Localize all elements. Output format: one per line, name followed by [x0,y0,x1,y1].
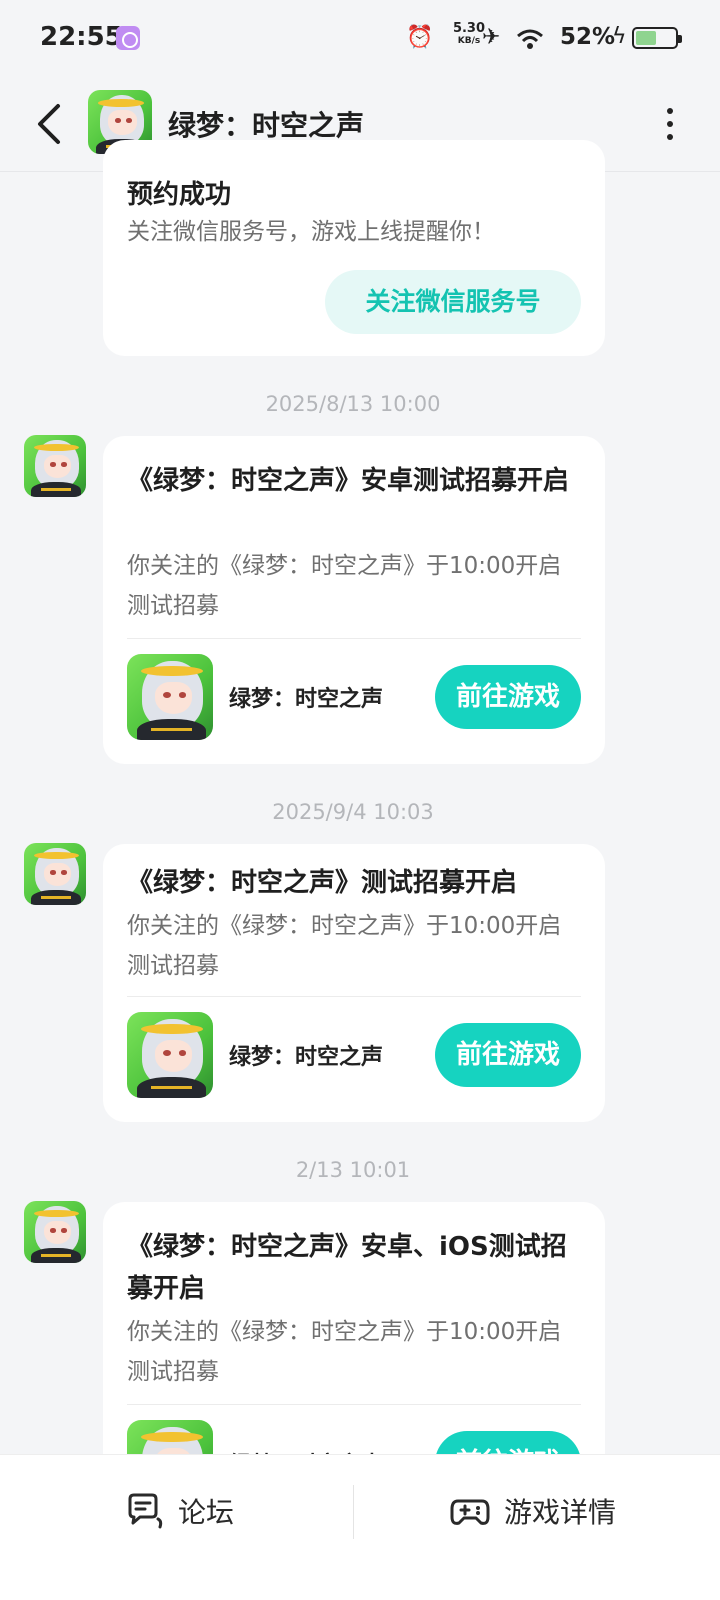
sender-avatar[interactable] [24,843,86,905]
sender-avatar[interactable] [24,1201,86,1263]
game-name: 绿梦：时空之声 [229,687,384,712]
chat-bubble-icon [128,1493,163,1529]
more-dot-icon [667,108,673,114]
game-thumbnail[interactable] [127,1012,213,1098]
message-body: 你关注的《绿梦：时空之声》于10:00开启测试招募 [127,913,562,979]
message-body: 你关注的《绿梦：时空之声》于10:00开启测试招募 [127,1319,562,1385]
network-speed: 5.30 KB/s [452,22,486,46]
more-options-button[interactable] [660,104,680,144]
card-divider [127,1404,581,1405]
screen: 22:55 ⏰ 5.30 KB/s ✈ 52% ϟ 绿梦：时空之声 预约成功 关… [0,0,720,1600]
app-notification-icon [116,26,140,50]
game-thumbnail[interactable] [127,654,213,740]
message-title: 《绿梦：时空之声》安卓、iOS测试招募开启 [127,1232,567,1304]
reservation-title: 预约成功 [127,180,232,210]
card-divider [127,996,581,997]
go-to-game-button[interactable]: 前往游戏 [435,1023,581,1087]
message-timestamp: 2/13 10:01 [295,1158,411,1182]
message-body: 你关注的《绿梦：时空之声》于10:00开启测试招募 [127,553,562,619]
wifi-icon [516,26,544,56]
chevron-left-icon [38,104,60,144]
network-speed-value: 5.30 [452,21,486,36]
chat-title: 绿梦：时空之声 [168,109,365,142]
battery-icon [632,27,682,49]
message-card: 《绿梦：时空之声》安卓测试招募开启 你关注的《绿梦：时空之声》于10:00开启测… [103,436,605,764]
reservation-body: 关注微信服务号，游戏上线提醒你！ [127,219,495,245]
message-card: 《绿梦：时空之声》测试招募开启 你关注的《绿梦：时空之声》于10:00开启测试招… [103,844,605,1122]
network-speed-unit: KB/s [457,36,481,46]
status-bar: 22:55 ⏰ 5.30 KB/s ✈ 52% ϟ [0,0,720,78]
game-details-tab-label: 游戏详情 [504,1496,617,1529]
bottom-bar-divider [353,1485,354,1539]
gamepad-icon [450,1499,490,1525]
alarm-icon: ⏰ [406,25,434,50]
sender-avatar[interactable] [24,435,86,497]
charging-icon: ϟ [612,24,627,49]
more-dot-icon [667,134,673,140]
battery-fill [636,31,656,45]
game-details-tab[interactable]: 游戏详情 [450,1483,616,1539]
forum-tab[interactable]: 论坛 [124,1483,234,1539]
message-timestamp: 2025/9/4 10:03 [272,800,434,824]
reservation-card: 预约成功 关注微信服务号，游戏上线提醒你！ 关注微信服务号 [103,140,605,356]
go-to-game-button[interactable]: 前往游戏 [435,665,581,729]
bottom-bar: 论坛 游戏详情 [0,1454,720,1600]
forum-tab-label: 论坛 [178,1496,235,1529]
message-title: 《绿梦：时空之声》安卓测试招募开启 [127,466,570,496]
more-dot-icon [667,121,673,127]
follow-wechat-button[interactable]: 关注微信服务号 [325,270,581,334]
wifi-icon-graphic [517,29,543,49]
airplane-mode-icon: ✈ [482,25,501,50]
message-timestamp: 2025/8/13 10:00 [265,392,441,416]
message-title: 《绿梦：时空之声》测试招募开启 [127,868,518,898]
status-time: 22:55 [40,22,123,52]
game-name: 绿梦：时空之声 [229,1045,384,1070]
battery-percent: 52% [560,24,616,50]
card-divider [127,638,581,639]
back-button[interactable] [26,96,82,152]
